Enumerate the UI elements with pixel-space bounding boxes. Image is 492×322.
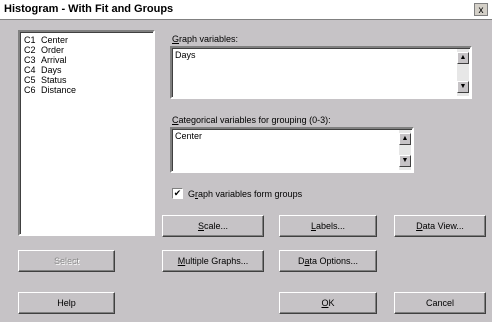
variable-column-id: C6	[24, 85, 36, 95]
graph-variables-form-groups-label: Graph variables form groups	[188, 189, 303, 199]
variable-name: Center	[41, 35, 69, 45]
variable-column-id: C5	[24, 75, 36, 85]
histogram-dialog: Histogram - With Fit and Groups x C1 Cent…	[0, 0, 492, 322]
graph-variables-value: Days	[175, 50, 196, 60]
graph-variables-scrollbar[interactable]: ▲ ▼	[457, 49, 469, 96]
variable-column-id: C3	[24, 55, 36, 65]
variable-name: Arrival	[41, 55, 67, 65]
categorical-variables-scrollbar[interactable]: ▲ ▼	[399, 130, 411, 170]
graph-variables-label: Graph variables:	[172, 34, 239, 44]
variable-list-item[interactable]: C3 Arrival	[24, 55, 67, 65]
variable-list-item[interactable]: C5 Status	[24, 75, 67, 85]
variable-name: Status	[41, 75, 67, 85]
variable-column-id: C2	[24, 45, 36, 55]
scroll-up-icon[interactable]: ▲	[399, 133, 411, 145]
ok-button[interactable]: OK	[279, 292, 377, 314]
variable-name: Order	[41, 45, 65, 55]
multiple-graphs-button[interactable]: Multiple Graphs...	[162, 250, 264, 272]
select-button[interactable]: Select	[18, 250, 115, 272]
variable-list-item[interactable]: C4 Days	[24, 65, 62, 75]
variable-list-item[interactable]: C6 Distance	[24, 85, 76, 95]
variable-list-item[interactable]: C1 Center	[24, 35, 68, 45]
help-button[interactable]: Help	[18, 292, 115, 314]
variable-column-id: C1	[24, 35, 36, 45]
close-icon[interactable]: x	[474, 3, 488, 16]
data-view-button[interactable]: Data View...	[394, 215, 486, 237]
scale-button[interactable]: Scale...	[162, 215, 264, 237]
data-options-button[interactable]: Data Options...	[279, 250, 377, 272]
graph-variables-form-groups-checkbox[interactable]: ✔	[172, 188, 183, 199]
title-bar: Histogram - With Fit and Groups x	[0, 0, 492, 20]
scroll-down-icon[interactable]: ▼	[457, 81, 469, 93]
variable-list[interactable]: C1 Center C2 Order C3 Arrival C4 Days C5 Status C6…	[18, 30, 155, 236]
labels-button[interactable]: Labels...	[279, 215, 377, 237]
variable-list-item[interactable]: C2 Order	[24, 45, 64, 55]
variable-name: Days	[41, 65, 62, 75]
categorical-variables-field[interactable]: Center ▲ ▼	[170, 127, 414, 173]
scroll-down-icon[interactable]: ▼	[399, 155, 411, 167]
scroll-up-icon[interactable]: ▲	[457, 52, 469, 64]
cancel-button[interactable]: Cancel	[394, 292, 486, 314]
variable-column-id: C4	[24, 65, 36, 75]
categorical-variables-value: Center	[175, 131, 203, 141]
dialog-title: Histogram - With Fit and Groups	[4, 3, 174, 15]
categorical-variables-label: Categorical variables for grouping (0-3)…	[172, 115, 331, 125]
graph-variables-field[interactable]: Days ▲ ▼	[170, 46, 472, 99]
variable-name: Distance	[41, 85, 77, 95]
